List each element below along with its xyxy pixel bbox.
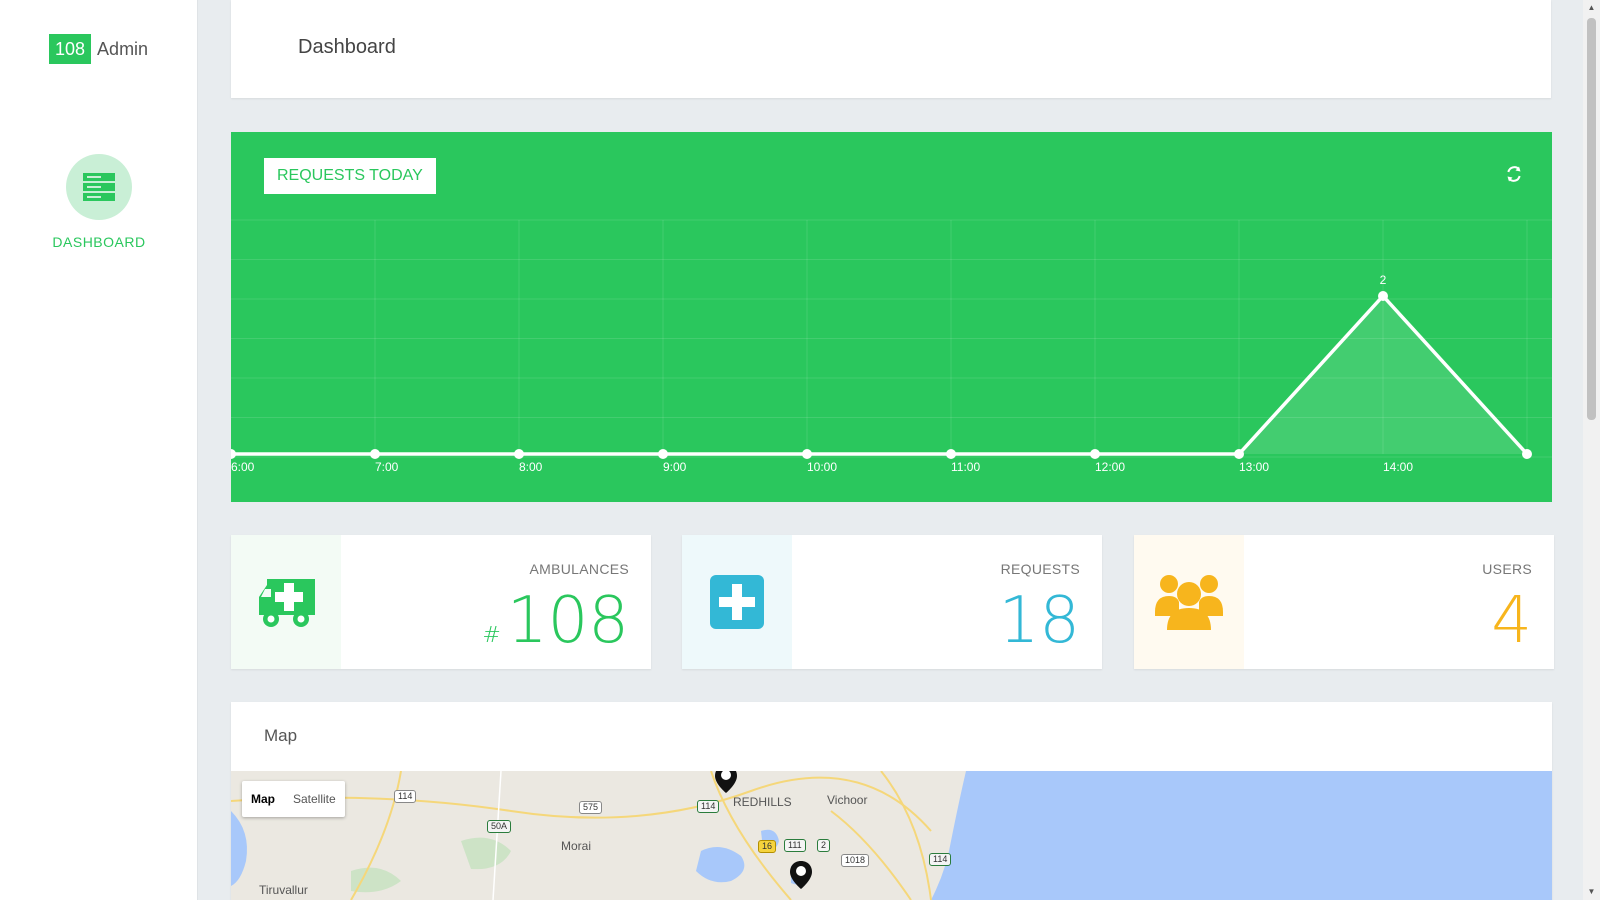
stat-card-users: USERS 4	[1134, 535, 1554, 669]
sidebar-item-dashboard[interactable]: DASHBOARD	[0, 154, 198, 250]
scroll-down-arrow-icon[interactable]: ▼	[1583, 884, 1600, 900]
map-type-toggle: Map Satellite	[242, 781, 345, 817]
sidebar-item-label: DASHBOARD	[52, 234, 146, 250]
data-point	[370, 449, 380, 459]
x-tick-label: 7:00	[375, 460, 399, 474]
sidebar: 108 Admin DASHBOARD	[0, 0, 198, 900]
x-tick-label: 12:00	[1095, 460, 1125, 474]
map-marker-icon[interactable]	[790, 861, 812, 889]
map-type-satellite-button[interactable]: Satellite	[284, 781, 345, 817]
x-tick-label: 6:00	[231, 460, 255, 474]
brand-badge: 108	[49, 34, 92, 64]
route-shield: 575	[579, 801, 603, 814]
route-shield: 2	[817, 839, 831, 852]
route-shield: 114	[697, 800, 720, 813]
x-tick-label: 11:00	[951, 460, 980, 474]
route-shield: 114	[394, 790, 417, 803]
header-card: Dashboard	[231, 0, 1551, 98]
stat-label: REQUESTS	[1000, 561, 1080, 577]
map-place-label: Morai	[561, 839, 592, 853]
server-icon	[83, 173, 115, 201]
x-tick-label: 10:00	[807, 460, 837, 474]
data-point	[1522, 449, 1532, 459]
ambulance-icon	[259, 579, 315, 627]
data-point	[514, 449, 524, 459]
data-point	[946, 449, 956, 459]
stat-value: #108	[482, 585, 629, 672]
scroll-up-arrow-icon[interactable]: ▲	[1583, 0, 1600, 16]
stat-icon-area	[231, 535, 341, 669]
chart-title: REQUESTS TODAY	[264, 158, 436, 194]
refresh-icon	[1507, 166, 1521, 182]
map-canvas	[231, 771, 1552, 900]
map-card: Map Map Satellite REDHILLS Vichoor Morai…	[231, 702, 1552, 900]
route-shield: 16	[758, 840, 777, 853]
stat-card-ambulances: AMBULANCES #108	[231, 535, 651, 669]
data-point	[658, 449, 668, 459]
route-shield: 50A	[487, 820, 512, 833]
x-tick-label: 9:00	[663, 460, 687, 474]
map-type-map-button[interactable]: Map	[242, 781, 284, 817]
x-tick-label: 8:00	[519, 460, 543, 474]
stat-prefix: #	[482, 623, 501, 648]
route-shield: 114	[929, 853, 952, 866]
requests-chart-card: 2 6:00 7:00 8:00 9:00 10:00 11:00 12:00 13:00 14:…	[231, 132, 1552, 502]
series-area	[231, 296, 1527, 454]
stat-label: USERS	[1482, 561, 1532, 577]
data-label: 2	[1380, 273, 1387, 287]
data-point	[802, 449, 812, 459]
data-point	[1090, 449, 1100, 459]
map-place-label: Vichoor	[827, 793, 868, 807]
route-shield: 111	[784, 839, 806, 852]
map-marker-icon[interactable]	[715, 771, 737, 793]
stat-number: 108	[506, 584, 629, 658]
brand-text: Admin	[97, 38, 149, 59]
stat-label: AMBULANCES	[529, 561, 629, 577]
x-tick-label: 14:00	[1383, 460, 1413, 474]
x-tick-label: 13:00	[1239, 460, 1269, 474]
stat-value: 4	[1491, 584, 1532, 658]
refresh-button[interactable]	[1506, 166, 1522, 187]
page-title: Dashboard	[298, 36, 396, 58]
map-view[interactable]: Map Satellite REDHILLS Vichoor Morai Tir…	[231, 771, 1552, 900]
route-shield: 1018	[841, 854, 870, 867]
map-place-label: Tiruvallur	[259, 883, 308, 897]
stat-value: 18	[998, 584, 1080, 658]
users-icon	[1155, 575, 1223, 630]
medical-plus-icon	[710, 575, 764, 629]
sidebar-item-icon-wrap	[66, 154, 132, 220]
data-point	[1378, 291, 1388, 301]
stat-icon-area	[1134, 535, 1244, 669]
brand-logo[interactable]: 108 Admin	[49, 34, 148, 64]
stat-card-requests: REQUESTS 18	[682, 535, 1102, 669]
map-title: Map	[264, 726, 298, 745]
scroll-thumb[interactable]	[1587, 18, 1596, 420]
stat-icon-area	[682, 535, 792, 669]
data-point	[1234, 449, 1244, 459]
map-place-label: REDHILLS	[733, 795, 792, 809]
page-scrollbar[interactable]: ▲ ▼	[1583, 0, 1600, 900]
